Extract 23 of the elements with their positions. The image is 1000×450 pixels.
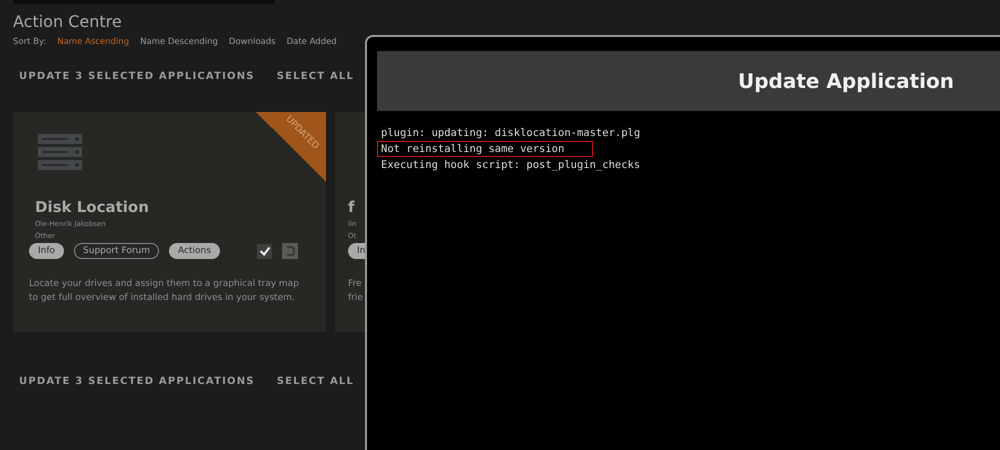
app-name: Disk Location (35, 198, 150, 216)
server-icon (38, 134, 82, 170)
card-button[interactable]: In (348, 243, 365, 259)
log-line: Executing hook script: post_plugin_checks (380, 158, 642, 173)
app-description: Fre frie (348, 278, 364, 305)
select-checkbox[interactable] (257, 244, 272, 258)
action-link[interactable]: UPDATE 3 SELECTED APPLICATIONS (19, 376, 255, 387)
app-name: f (348, 198, 356, 216)
dialog-title: Update Application (738, 69, 954, 93)
action-link[interactable]: SELECT ALL (276, 376, 354, 387)
page-title: Action Centre (13, 12, 123, 31)
card-button[interactable]: Support Forum (74, 243, 160, 259)
card-button[interactable]: Info (29, 243, 64, 259)
card-button[interactable]: Actions (169, 243, 220, 259)
sort-option[interactable]: Date Added (286, 37, 337, 47)
sort-label: Sort By: (13, 37, 46, 47)
sort-option[interactable]: Downloads (228, 37, 276, 47)
log-line: plugin: updating: disklocation-master.plg (380, 126, 642, 141)
sort-option[interactable]: Name Descending (140, 37, 218, 47)
action-link[interactable]: SELECT ALL (276, 71, 354, 82)
sort-option[interactable]: Name Ascending (57, 37, 130, 47)
action-link[interactable]: UPDATE 3 SELECTED APPLICATIONS (19, 71, 255, 82)
app-description: Locate your drives and assign them to a graphical tray map to get full overview of installed hard drives in your system. (29, 278, 300, 305)
